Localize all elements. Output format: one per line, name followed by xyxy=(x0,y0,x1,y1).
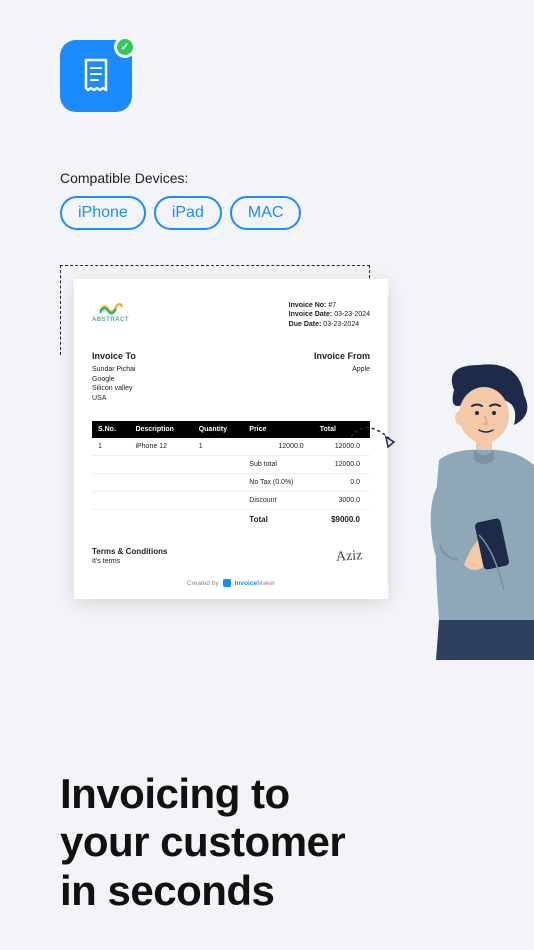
compat-pill-row: iPhone iPad MAC xyxy=(60,196,301,230)
summary-row: Sub total 12000.0 xyxy=(92,456,370,474)
th-qty: Quantity xyxy=(193,421,244,438)
headline-line-1: Invoicing to xyxy=(60,770,345,818)
invoice-from-name: Apple xyxy=(314,365,370,374)
summary-row: Discount 3000.0 xyxy=(92,492,370,510)
sum-discount-value: 3000.0 xyxy=(314,492,370,510)
verified-badge-icon xyxy=(114,36,136,58)
invoice-to: Invoice To Sundar Pichai Google Silicon … xyxy=(92,351,136,403)
table-row: 1 iPhone 12 1 12000.0 12000.0 xyxy=(92,438,370,456)
invoice-parties: Invoice To Sundar Pichai Google Silicon … xyxy=(92,351,370,403)
invoice-to-city: Silicon valley xyxy=(92,384,136,393)
invoice-no-label: Invoice No: xyxy=(289,302,327,309)
invoice-to-company: Google xyxy=(92,375,136,384)
person-illustration xyxy=(384,360,534,710)
sum-subtotal-label: Sub total xyxy=(243,456,313,474)
invoice-to-heading: Invoice To xyxy=(92,351,136,361)
invoice-from: Invoice From Apple xyxy=(314,351,370,403)
th-sno: S.No. xyxy=(92,421,129,438)
table-header-row: S.No. Description Quantity Price Total xyxy=(92,421,370,438)
signature: Aziz xyxy=(335,548,362,566)
cell-price: 12000.0 xyxy=(243,438,313,456)
terms-block: Terms & Conditions It's terms xyxy=(92,547,167,565)
headline-line-2: your customer xyxy=(60,818,345,866)
cell-qty: 1 xyxy=(193,438,244,456)
invoice-from-heading: Invoice From xyxy=(314,351,370,361)
th-desc: Description xyxy=(129,421,192,438)
pill-mac: MAC xyxy=(230,196,302,230)
invoice-top-row: ABSTRACT Invoice No: #7 Invoice Date: 03… xyxy=(92,301,370,329)
pill-iphone: iPhone xyxy=(60,196,146,230)
pill-ipad: iPad xyxy=(154,196,222,230)
company-logo: ABSTRACT xyxy=(92,301,129,323)
app-icon xyxy=(60,40,132,112)
compat-title: Compatible Devices: xyxy=(60,170,301,186)
invoice-table: S.No. Description Quantity Price Total 1… xyxy=(92,421,370,529)
headline-line-3: in seconds xyxy=(60,867,345,915)
th-price: Price xyxy=(243,421,313,438)
footer-brand-2: Maker xyxy=(257,580,275,587)
headline: Invoicing to your customer in seconds xyxy=(60,770,345,915)
cell-sno: 1 xyxy=(92,438,129,456)
invoice-date-value: 03-23-2024 xyxy=(334,311,370,318)
grand-total-value: $9000.0 xyxy=(314,510,370,530)
sum-tax-value: 0.0 xyxy=(314,474,370,492)
invoice-terms-row: Terms & Conditions It's terms Aziz xyxy=(92,547,370,565)
footer-brand-icon xyxy=(223,579,231,587)
due-date-label: Due Date: xyxy=(289,321,322,328)
compatible-devices-section: Compatible Devices: iPhone iPad MAC xyxy=(60,170,301,230)
terms-heading: Terms & Conditions xyxy=(92,547,167,556)
abstract-logo-icon xyxy=(98,301,124,315)
app-icon-bg xyxy=(60,40,132,112)
footer-brand-1: Invoice xyxy=(235,580,257,587)
terms-body: It's terms xyxy=(92,558,167,565)
grand-total-label: Total xyxy=(243,510,313,530)
invoice-no-value: #7 xyxy=(328,302,336,309)
footer-prefix: Created by xyxy=(187,580,219,587)
company-logo-text: ABSTRACT xyxy=(92,317,129,323)
invoice-preview: ABSTRACT Invoice No: #7 Invoice Date: 03… xyxy=(60,265,374,585)
grand-total-row: Total $9000.0 xyxy=(92,510,370,530)
invoice-meta: Invoice No: #7 Invoice Date: 03-23-2024 … xyxy=(289,301,370,329)
invoice-to-name: Sundar Pichai xyxy=(92,365,136,374)
summary-row: No Tax (0.0%) 0.0 xyxy=(92,474,370,492)
receipt-icon xyxy=(76,56,116,96)
invoice-to-country: USA xyxy=(92,394,136,403)
invoice-date-label: Invoice Date: xyxy=(289,311,333,318)
invoice-card: ABSTRACT Invoice No: #7 Invoice Date: 03… xyxy=(74,279,388,599)
due-date-value: 03-23-2024 xyxy=(323,321,359,328)
invoice-footer: Created by InvoiceMaker xyxy=(92,579,370,587)
cell-desc: iPhone 12 xyxy=(129,438,192,456)
sum-tax-label: No Tax (0.0%) xyxy=(243,474,313,492)
sum-discount-label: Discount xyxy=(243,492,313,510)
